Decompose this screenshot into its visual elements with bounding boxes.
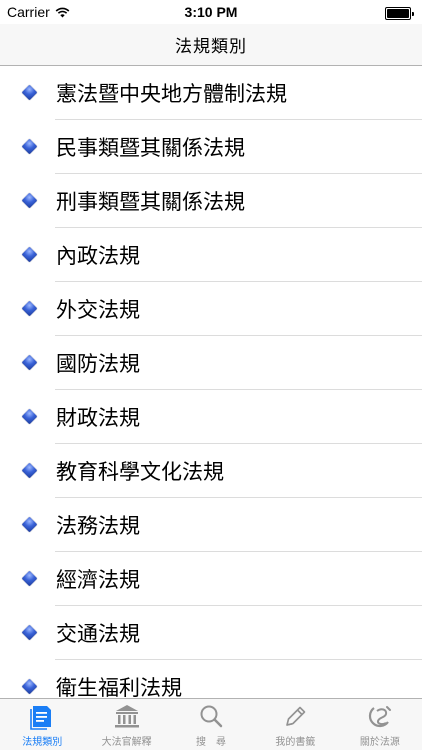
diamond-bullet-icon	[21, 246, 38, 263]
list-item[interactable]: 交通法規	[0, 606, 422, 660]
tab-bar: 法規類別 大法官解釋 搜 尋 我的書籤 關於法源	[0, 698, 422, 750]
page-title: 法規類別	[175, 37, 247, 57]
item-label: 憲法暨中央地方體制法規	[56, 82, 287, 106]
diamond-bullet-icon	[21, 462, 38, 479]
tab-label: 關於法源	[359, 737, 400, 748]
list-item[interactable]: 經濟法規	[0, 552, 422, 606]
list-item[interactable]: 憲法暨中央地方體制法規	[0, 66, 422, 120]
pencil-icon	[286, 706, 306, 726]
item-label: 法務法規	[56, 514, 140, 538]
list-item[interactable]: 衛生福利法規	[0, 660, 422, 698]
list-item[interactable]: 法務法規	[0, 498, 422, 552]
list-item[interactable]: 內政法規	[0, 228, 422, 282]
item-label: 國防法規	[56, 352, 140, 376]
battery-icon	[385, 7, 414, 20]
tab-interpretations[interactable]: 大法官解釋	[84, 699, 168, 750]
diamond-bullet-icon	[21, 570, 38, 587]
item-label: 經濟法規	[56, 568, 140, 592]
app-screen: Carrier 3:10 PM 法規類別 憲法暨中央地方體制法規 民事類暨其關係…	[0, 0, 422, 750]
item-label: 民事類暨其關係法規	[56, 136, 245, 160]
courthouse-icon	[114, 705, 139, 728]
navigation-bar: 法規類別	[0, 24, 422, 66]
status-time: 3:10 PM	[184, 4, 238, 20]
diamond-bullet-icon	[21, 624, 38, 641]
item-label: 財政法規	[56, 406, 140, 430]
item-label: 內政法規	[56, 244, 140, 268]
tab-search[interactable]: 搜 尋	[169, 699, 253, 750]
logo-icon	[368, 706, 391, 728]
item-label: 教育科學文化法規	[56, 460, 224, 484]
list-item[interactable]: 教育科學文化法規	[0, 444, 422, 498]
diamond-bullet-icon	[21, 516, 38, 533]
category-list[interactable]: 憲法暨中央地方體制法規 民事類暨其關係法規 刑事類暨其關係法規 內政法規 外交法…	[0, 66, 422, 698]
tab-label: 我的書籤	[275, 737, 316, 748]
magnifier-icon	[200, 705, 223, 728]
diamond-bullet-icon	[21, 678, 38, 695]
item-label: 外交法規	[56, 298, 140, 322]
diamond-bullet-icon	[21, 192, 38, 209]
list-item[interactable]: 財政法規	[0, 390, 422, 444]
tab-label: 法規類別	[22, 737, 63, 748]
diamond-bullet-icon	[21, 354, 38, 371]
item-label: 交通法規	[56, 622, 140, 646]
list-item[interactable]: 刑事類暨其關係法規	[0, 174, 422, 228]
item-label: 衛生福利法規	[56, 676, 182, 698]
diamond-bullet-icon	[21, 408, 38, 425]
list-item[interactable]: 國防法規	[0, 336, 422, 390]
tab-categories[interactable]: 法規類別	[0, 699, 84, 750]
status-bar: Carrier 3:10 PM	[0, 0, 422, 24]
tab-label: 搜 尋	[196, 737, 227, 748]
list-item[interactable]: 民事類暨其關係法規	[0, 120, 422, 174]
diamond-bullet-icon	[21, 138, 38, 155]
tab-bookmarks[interactable]: 我的書籤	[253, 699, 337, 750]
list-item[interactable]: 外交法規	[0, 282, 422, 336]
tab-about[interactable]: 關於法源	[338, 699, 422, 750]
item-label: 刑事類暨其關係法規	[56, 190, 245, 214]
tab-label: 大法官解釋	[101, 737, 152, 748]
diamond-bullet-icon	[21, 300, 38, 317]
diamond-bullet-icon	[21, 84, 38, 101]
document-icon	[30, 706, 52, 730]
